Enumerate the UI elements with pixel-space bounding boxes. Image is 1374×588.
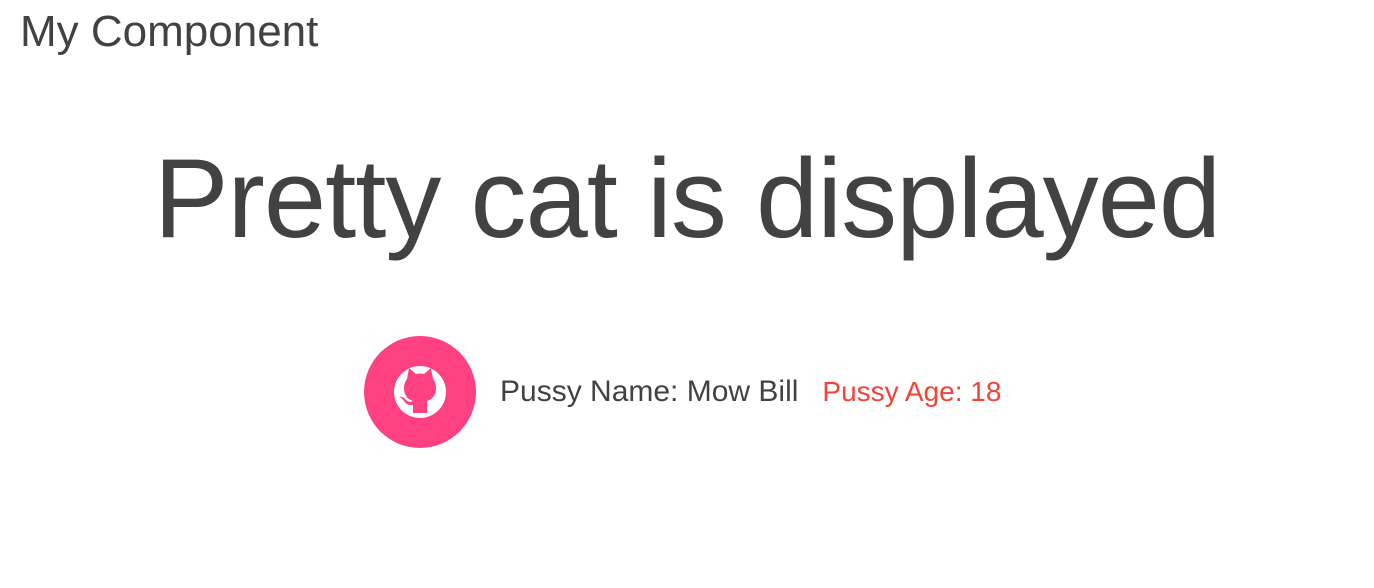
avatar (364, 336, 476, 448)
cat-info-row: Pussy Name: Mow Bill Pussy Age: 18 (364, 336, 1001, 448)
hero-heading: Pretty cat is displayed (153, 136, 1221, 261)
cat-name-label: Pussy Name: Mow Bill (500, 375, 799, 408)
cat-age-label: Pussy Age: 18 (822, 376, 1002, 407)
github-octocat-icon (394, 366, 446, 418)
component-title: My Component (20, 7, 319, 56)
